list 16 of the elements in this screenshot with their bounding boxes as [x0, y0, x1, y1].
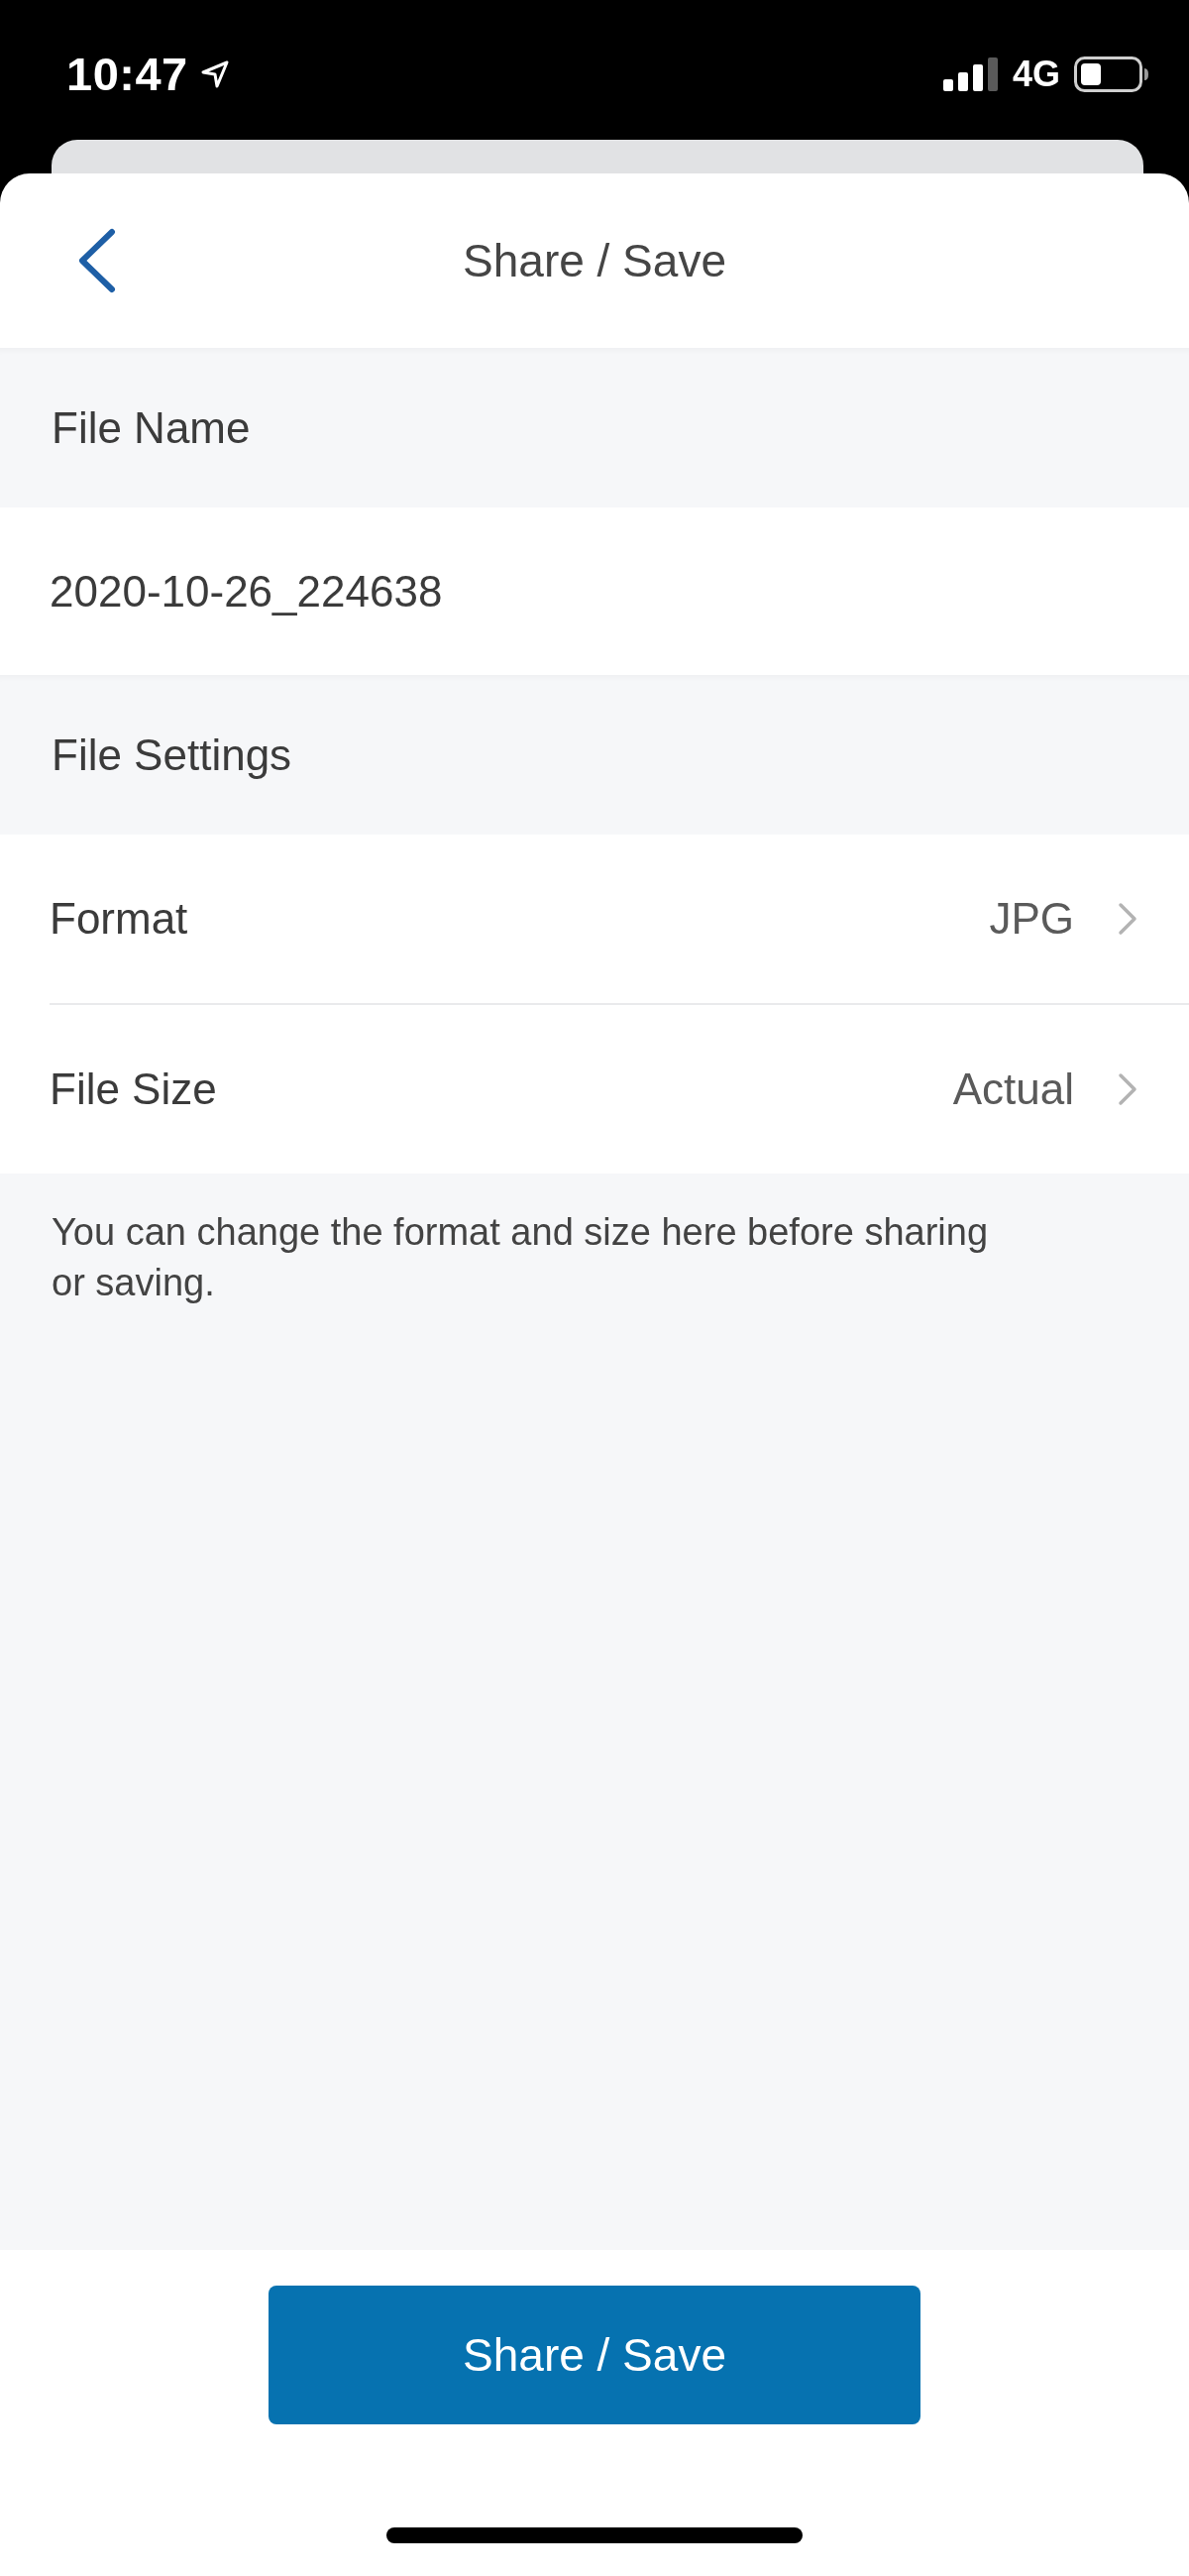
row-value: JPG [989, 894, 1074, 944]
section-title: File Settings [52, 729, 292, 780]
row-label: Format [50, 894, 188, 944]
section-title: File Name [52, 402, 251, 453]
signal-icon [942, 56, 999, 91]
helper-text: You can change the format and size here before sharing or saving. [52, 1210, 989, 1305]
chevron-right-icon [1118, 902, 1137, 936]
share-save-button[interactable]: Share / Save [269, 2286, 920, 2424]
battery-icon [1074, 56, 1149, 92]
row-value: Actual [952, 1064, 1074, 1114]
status-time: 10:47 [66, 47, 188, 101]
location-arrow-icon [199, 58, 230, 89]
chevron-right-icon [1118, 1072, 1137, 1106]
screen-title: Share / Save [463, 234, 726, 287]
network-label: 4G [1012, 53, 1060, 95]
row-label: File Size [50, 1064, 217, 1114]
